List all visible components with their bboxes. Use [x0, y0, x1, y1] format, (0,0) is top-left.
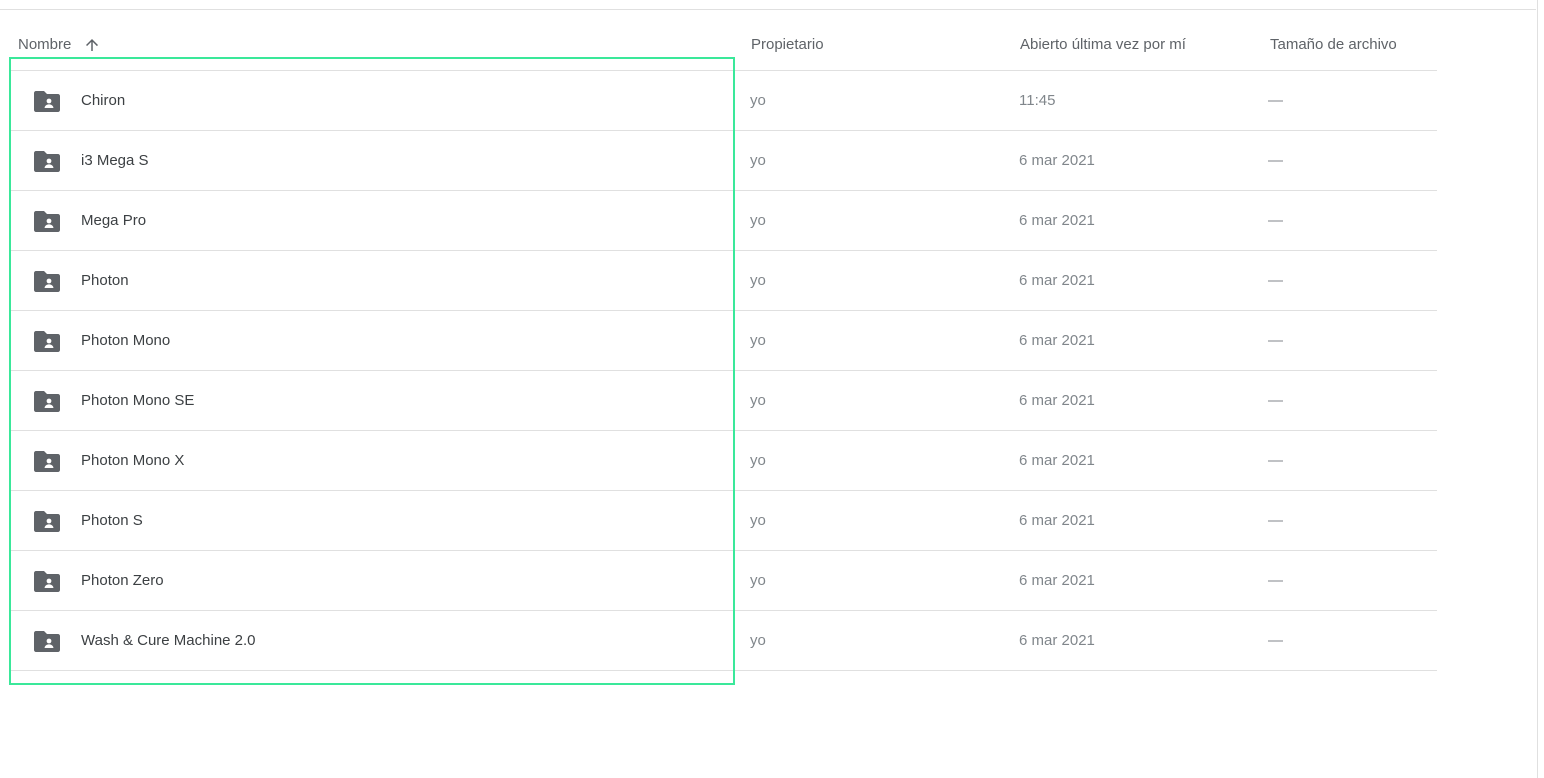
folder-row[interactable]: i3 Mega S yo 6 mar 2021 —	[10, 131, 1437, 191]
folder-last-opened: 11:45	[1019, 92, 1056, 109]
folder-name: Mega Pro	[81, 212, 147, 229]
folder-owner: yo	[750, 512, 766, 529]
column-header-last-opened[interactable]: Abierto última vez por mí	[1020, 30, 1186, 60]
folder-owner: yo	[750, 92, 766, 109]
folder-last-opened: 6 mar 2021	[1019, 332, 1095, 349]
file-list-page: Nombre Propietario Abierto última vez po…	[0, 0, 1544, 778]
folder-name: Photon	[81, 272, 129, 289]
folder-owner: yo	[750, 632, 766, 649]
shared-folder-icon	[34, 271, 60, 292]
top-divider	[0, 9, 1536, 10]
folder-size: —	[1268, 512, 1283, 529]
folder-size: —	[1268, 452, 1283, 469]
folder-last-opened: 6 mar 2021	[1019, 512, 1095, 529]
column-header-file-size[interactable]: Tamaño de archivo	[1270, 30, 1397, 60]
folder-owner: yo	[750, 212, 766, 229]
folder-size: —	[1268, 392, 1283, 409]
folder-size: —	[1268, 92, 1283, 109]
folder-name: Photon Mono	[81, 332, 171, 349]
folder-size: —	[1268, 572, 1283, 589]
folder-size: —	[1268, 272, 1283, 289]
folder-owner: yo	[750, 272, 766, 289]
folder-size: —	[1268, 632, 1283, 649]
folder-name: Photon Mono SE	[81, 392, 195, 409]
shared-folder-icon	[34, 211, 60, 232]
folder-last-opened: 6 mar 2021	[1019, 272, 1095, 289]
folder-last-opened: 6 mar 2021	[1019, 212, 1095, 229]
folder-row[interactable]: Photon Mono SE yo 6 mar 2021 —	[10, 371, 1437, 431]
folder-name: Photon Zero	[81, 572, 164, 589]
column-header-row: Nombre Propietario Abierto última vez po…	[10, 30, 1437, 71]
folder-row[interactable]: Photon S yo 6 mar 2021 —	[10, 491, 1437, 551]
folder-name: Wash & Cure Machine 2.0	[81, 632, 256, 649]
column-header-owner[interactable]: Propietario	[751, 30, 824, 60]
shared-folder-icon	[34, 631, 60, 652]
folder-owner: yo	[750, 152, 766, 169]
folder-name: Photon S	[81, 512, 143, 529]
folder-owner: yo	[750, 452, 766, 469]
folder-size: —	[1268, 212, 1283, 229]
folder-last-opened: 6 mar 2021	[1019, 632, 1095, 649]
folder-name: Chiron	[81, 92, 126, 109]
folder-row[interactable]: Photon Mono yo 6 mar 2021 —	[10, 311, 1437, 371]
folder-last-opened: 6 mar 2021	[1019, 572, 1095, 589]
shared-folder-icon	[34, 451, 60, 472]
folder-last-opened: 6 mar 2021	[1019, 452, 1095, 469]
folder-row[interactable]: Photon yo 6 mar 2021 —	[10, 251, 1437, 311]
folder-name: Photon Mono X	[81, 452, 185, 469]
folder-size: —	[1268, 332, 1283, 349]
shared-folder-icon	[34, 151, 60, 172]
column-header-name-label: Nombre	[18, 36, 72, 53]
folder-row[interactable]: Mega Pro yo 6 mar 2021 —	[10, 191, 1437, 251]
folder-owner: yo	[750, 392, 766, 409]
shared-folder-icon	[34, 391, 60, 412]
arrow-up-icon[interactable]	[83, 36, 101, 54]
shared-folder-icon	[34, 571, 60, 592]
folder-name: i3 Mega S	[81, 152, 149, 169]
folder-last-opened: 6 mar 2021	[1019, 392, 1095, 409]
folder-row[interactable]: Chiron yo 11:45 —	[10, 71, 1437, 131]
folder-owner: yo	[750, 572, 766, 589]
folder-last-opened: 6 mar 2021	[1019, 152, 1095, 169]
folder-row[interactable]: Wash & Cure Machine 2.0 yo 6 mar 2021 —	[10, 611, 1437, 671]
shared-folder-icon	[34, 511, 60, 532]
file-list: Chiron yo 11:45 — i3 Mega S yo 6 mar 202…	[10, 71, 1437, 671]
right-divider	[1537, 0, 1538, 778]
folder-owner: yo	[750, 332, 766, 349]
shared-folder-icon	[34, 91, 60, 112]
column-header-name[interactable]: Nombre	[18, 30, 101, 60]
shared-folder-icon	[34, 331, 60, 352]
folder-row[interactable]: Photon Mono X yo 6 mar 2021 —	[10, 431, 1437, 491]
folder-row[interactable]: Photon Zero yo 6 mar 2021 —	[10, 551, 1437, 611]
folder-size: —	[1268, 152, 1283, 169]
